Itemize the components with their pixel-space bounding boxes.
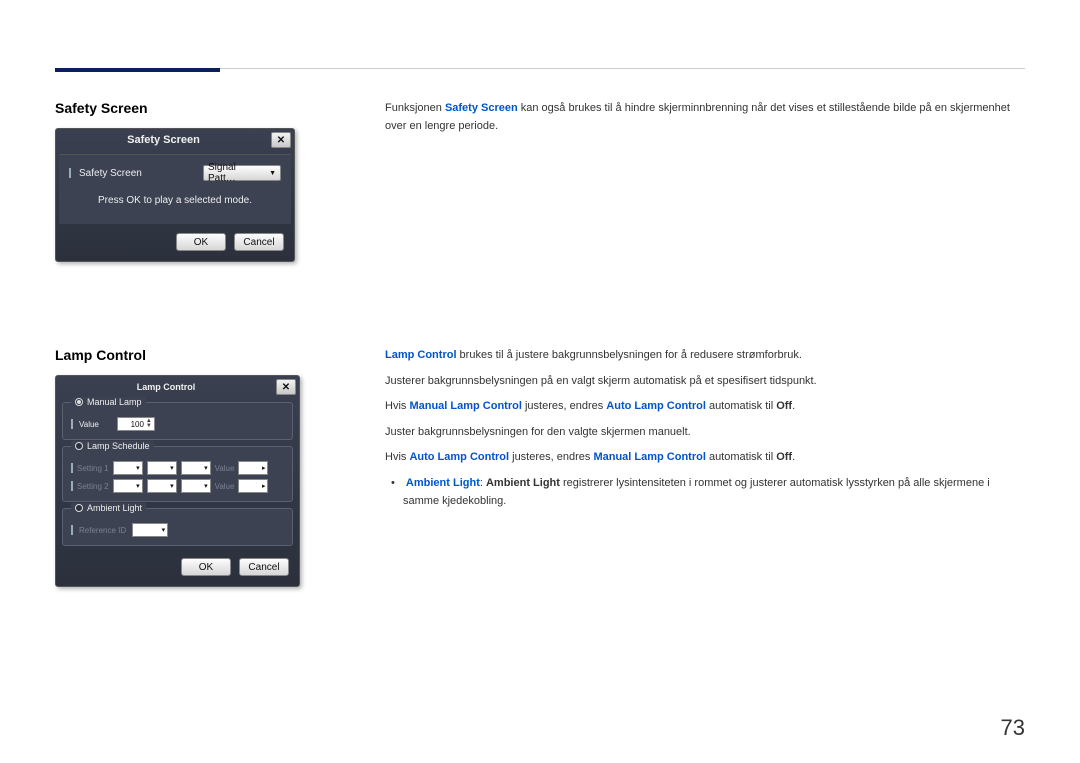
setting1-label: Setting 1 (77, 464, 109, 473)
lamp-p1: Lamp Control brukes til å justere bakgru… (385, 347, 1025, 365)
lamp-p5: Hvis Auto Lamp Control justeres, endres … (385, 449, 1025, 467)
signal-pattern-dropdown[interactable]: Signal Patt… ▼ (203, 165, 281, 181)
setting2-ampm[interactable]: ▾ (181, 479, 211, 493)
lamp-p2: Justerer bakgrunnsbelysningen på en valg… (385, 373, 1025, 391)
lamp-heading: Lamp Control (55, 347, 340, 363)
lamp-p3: Hvis Manual Lamp Control justeres, endre… (385, 398, 1025, 416)
setting1-hour[interactable]: ▾ (113, 461, 143, 475)
page-number: 73 (1001, 715, 1025, 741)
marker-icon (71, 419, 73, 429)
setting2-label: Setting 2 (77, 482, 109, 491)
ambient-bullet: Ambient Light: Ambient Light registrerer… (385, 475, 1025, 510)
lamp-p4: Juster bakgrunnsbelysningen for den valg… (385, 424, 1025, 442)
cancel-button[interactable]: Cancel (234, 233, 284, 251)
setting1-min[interactable]: ▾ (147, 461, 177, 475)
safety-dialog: Safety Screen ✕ Safety Screen Signal Pat… (55, 128, 295, 262)
lamp-schedule-group: Lamp Schedule Setting 1 ▾ ▾ ▾ Value ▸ Se… (62, 446, 293, 502)
manual-lamp-radio[interactable] (75, 398, 83, 406)
ok-button[interactable]: OK (176, 233, 226, 251)
dialog-title: Safety Screen (56, 134, 271, 146)
close-icon[interactable]: ✕ (276, 379, 296, 395)
lamp-schedule-radio[interactable] (75, 442, 83, 450)
marker-icon (71, 463, 73, 473)
reference-id-select[interactable]: ▾ (132, 523, 168, 537)
ambient-light-group: Ambient Light Reference ID ▾ (62, 508, 293, 546)
hint-text: Press OK to play a selected mode. (69, 195, 281, 206)
cancel-button[interactable]: Cancel (239, 558, 289, 576)
chevron-down-icon: ▼ (269, 170, 276, 177)
setting2-value[interactable]: ▸ (238, 479, 268, 493)
marker-icon (69, 168, 71, 178)
reference-label: Reference ID (79, 526, 126, 535)
ok-button[interactable]: OK (181, 558, 231, 576)
manual-lamp-group: Manual Lamp Value 100 ▲▼ (62, 402, 293, 440)
value-label: Value (79, 420, 99, 429)
setting2-hour[interactable]: ▾ (113, 479, 143, 493)
setting1-value[interactable]: ▸ (238, 461, 268, 475)
safety-item-label: Safety Screen (79, 168, 142, 179)
marker-icon (71, 525, 73, 535)
ambient-light-radio[interactable] (75, 504, 83, 512)
close-icon[interactable]: ✕ (271, 132, 291, 148)
safety-description: Funksjonen Safety Screen kan også brukes… (385, 100, 1025, 135)
setting1-ampm[interactable]: ▾ (181, 461, 211, 475)
marker-icon (71, 481, 73, 491)
safety-heading: Safety Screen (55, 100, 340, 116)
dialog-title: Lamp Control (56, 382, 276, 392)
lamp-dialog: Lamp Control ✕ Manual Lamp Value 100 (55, 375, 300, 587)
setting2-min[interactable]: ▾ (147, 479, 177, 493)
value-stepper[interactable]: 100 ▲▼ (117, 417, 155, 431)
